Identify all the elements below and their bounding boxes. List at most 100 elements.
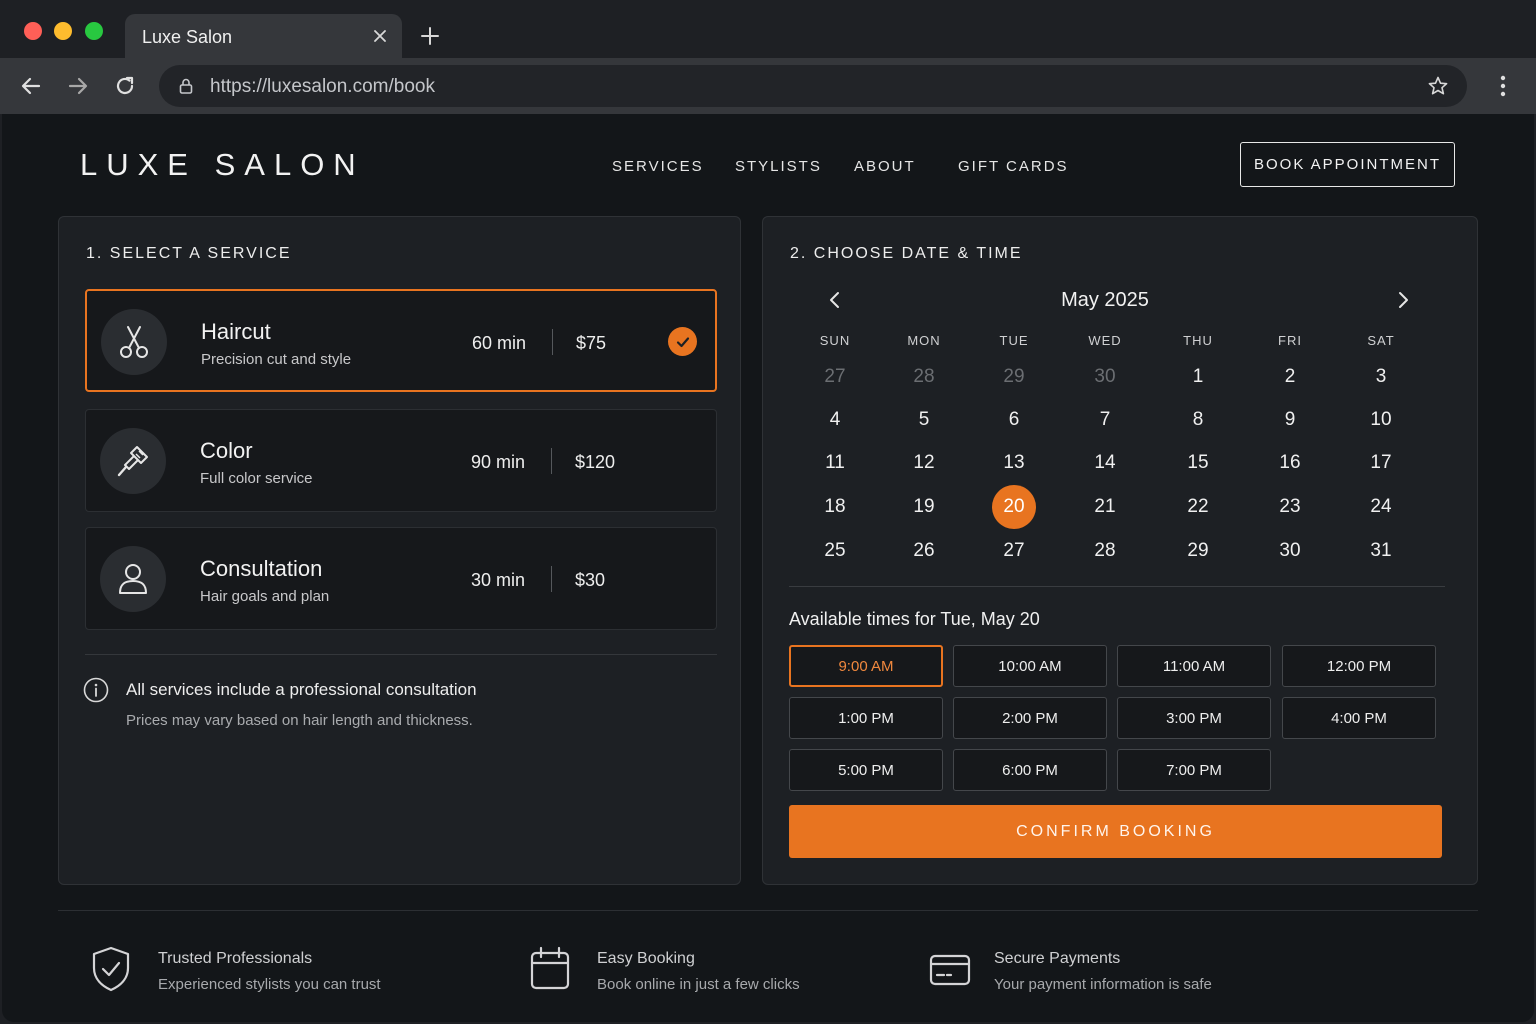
nav-gift-cards[interactable]: GIFT CARDS — [958, 158, 1069, 175]
calendar-day[interactable]: 18 — [813, 485, 857, 529]
weekday-label: SUN — [819, 333, 851, 348]
weekday-label: FRI — [1278, 333, 1302, 348]
selected-check-icon — [668, 327, 697, 356]
time-slot[interactable]: 2:00 PM — [953, 697, 1107, 739]
time-slot[interactable]: 5:00 PM — [789, 749, 943, 791]
calendar-day[interactable]: 5 — [902, 398, 946, 442]
time-slot[interactable]: 4:00 PM — [1282, 697, 1436, 739]
divider — [551, 566, 552, 592]
divider — [85, 654, 717, 655]
calendar-day[interactable]: 7 — [1083, 398, 1127, 442]
scissors-icon — [101, 309, 167, 375]
minimize-window-button[interactable] — [54, 22, 72, 40]
calendar-day[interactable]: 1 — [1176, 355, 1220, 399]
address-bar[interactable]: https://luxesalon.com/book — [159, 65, 1467, 107]
service-card-color[interactable]: Color Full color service 90 min $120 — [85, 409, 717, 512]
calendar-day-selected[interactable]: 20 — [992, 485, 1036, 529]
calendar-day[interactable]: 15 — [1176, 441, 1220, 485]
service-price: $75 — [576, 333, 607, 353]
time-slot[interactable]: 10:00 AM — [953, 645, 1107, 687]
calendar-day[interactable]: 9 — [1268, 398, 1312, 442]
time-slot-selected[interactable]: 9:00 AM — [789, 645, 943, 687]
calendar-day[interactable]: 17 — [1359, 441, 1403, 485]
calendar-day[interactable]: 25 — [813, 529, 857, 573]
weekday-label: THU — [1183, 333, 1213, 348]
calendar-day[interactable]: 29 — [1176, 529, 1220, 573]
bookmark-star-icon[interactable] — [1427, 75, 1449, 97]
feature-subtitle: Your payment information is safe — [994, 976, 1212, 993]
divider — [58, 910, 1478, 911]
calendar-day[interactable]: 11 — [813, 441, 857, 485]
feature-title: Secure Payments — [994, 950, 1121, 967]
confirm-booking-button[interactable]: CONFIRM BOOKING — [789, 805, 1442, 858]
service-selection-panel: 1. SELECT A SERVICE Haircut Precision cu… — [58, 216, 741, 885]
service-duration: 90 min — [471, 452, 526, 472]
calendar-day: 27 — [824, 366, 846, 387]
calendar-day[interactable]: 6 — [992, 398, 1036, 442]
close-window-button[interactable] — [24, 22, 42, 40]
calendar-day[interactable]: 2 — [1268, 355, 1312, 399]
calendar-day: 29 — [1003, 366, 1025, 387]
nav-about[interactable]: ABOUT — [854, 158, 916, 175]
calendar-day[interactable]: 16 — [1268, 441, 1312, 485]
service-panel-title: 1. SELECT A SERVICE — [86, 245, 292, 262]
browser-menu-icon[interactable] — [1492, 74, 1514, 98]
calendar-day[interactable]: 24 — [1359, 485, 1403, 529]
calendar-month-label: May 2025 — [1061, 289, 1149, 311]
new-tab-icon[interactable] — [420, 26, 440, 46]
calendar-day[interactable]: 12 — [902, 441, 946, 485]
service-duration: 60 min — [472, 333, 527, 353]
lock-icon — [177, 77, 195, 95]
service-price: $120 — [575, 452, 616, 472]
time-slot[interactable]: 12:00 PM — [1282, 645, 1436, 687]
browser-tab[interactable]: Luxe Salon — [125, 14, 402, 58]
time-slot[interactable]: 6:00 PM — [953, 749, 1107, 791]
maximize-window-button[interactable] — [85, 22, 103, 40]
info-icon — [83, 677, 109, 703]
calendar-day[interactable]: 10 — [1359, 398, 1403, 442]
feature-title: Trusted Professionals — [158, 950, 313, 967]
info-subtitle: Prices may vary based on hair length and… — [126, 712, 473, 729]
time-slot[interactable]: 11:00 AM — [1117, 645, 1271, 687]
calendar-day[interactable]: 13 — [992, 441, 1036, 485]
time-slot[interactable]: 1:00 PM — [789, 697, 943, 739]
calendar-day[interactable]: 4 — [813, 398, 857, 442]
brush-icon — [100, 428, 166, 494]
calendar-day[interactable]: 31 — [1359, 529, 1403, 573]
calendar-day[interactable]: 23 — [1268, 485, 1312, 529]
calendar-day[interactable]: 28 — [1083, 529, 1127, 573]
service-card-haircut[interactable]: Haircut Precision cut and style 60 min $… — [85, 289, 717, 392]
book-appointment-button[interactable]: BOOK APPOINTMENT — [1240, 142, 1455, 187]
reload-icon[interactable] — [113, 74, 137, 98]
url-text: https://luxesalon.com/book — [210, 76, 435, 97]
salon-booking-page: LUXE SALON SERVICES STYLISTS ABOUT GIFT … — [2, 114, 1534, 1022]
date-time-panel: 2. CHOOSE DATE & TIME May 2025 SUN MON TUE… — [762, 216, 1478, 885]
site-logo[interactable]: LUXE SALON — [80, 147, 365, 183]
service-card-consultation[interactable]: Consultation Hair goals and plan 30 min … — [85, 527, 717, 630]
service-name: Consultation — [200, 556, 323, 581]
chevron-right-icon[interactable] — [1393, 290, 1413, 310]
calendar-day: 30 — [1094, 366, 1116, 387]
back-arrow-icon[interactable] — [19, 74, 43, 98]
calendar-icon — [528, 944, 574, 994]
calendar-day[interactable]: 3 — [1359, 355, 1403, 399]
divider — [789, 586, 1445, 587]
calendar-day[interactable]: 14 — [1083, 441, 1127, 485]
time-slot[interactable]: 7:00 PM — [1117, 749, 1271, 791]
calendar-day[interactable]: 8 — [1176, 398, 1220, 442]
calendar-day[interactable]: 27 — [992, 529, 1036, 573]
close-tab-icon[interactable] — [370, 26, 390, 46]
nav-services[interactable]: SERVICES — [612, 158, 704, 175]
divider — [552, 329, 553, 355]
nav-stylists[interactable]: STYLISTS — [735, 158, 822, 175]
calendar-day[interactable]: 26 — [902, 529, 946, 573]
service-description: Full color service — [200, 470, 313, 487]
weekday-label: WED — [1088, 333, 1122, 348]
calendar-day[interactable]: 21 — [1083, 485, 1127, 529]
calendar-day[interactable]: 19 — [902, 485, 946, 529]
feature-subtitle: Experienced stylists you can trust — [158, 976, 381, 993]
calendar-day[interactable]: 30 — [1268, 529, 1312, 573]
calendar-day[interactable]: 22 — [1176, 485, 1220, 529]
time-slot[interactable]: 3:00 PM — [1117, 697, 1271, 739]
forward-arrow-icon[interactable] — [66, 74, 90, 98]
